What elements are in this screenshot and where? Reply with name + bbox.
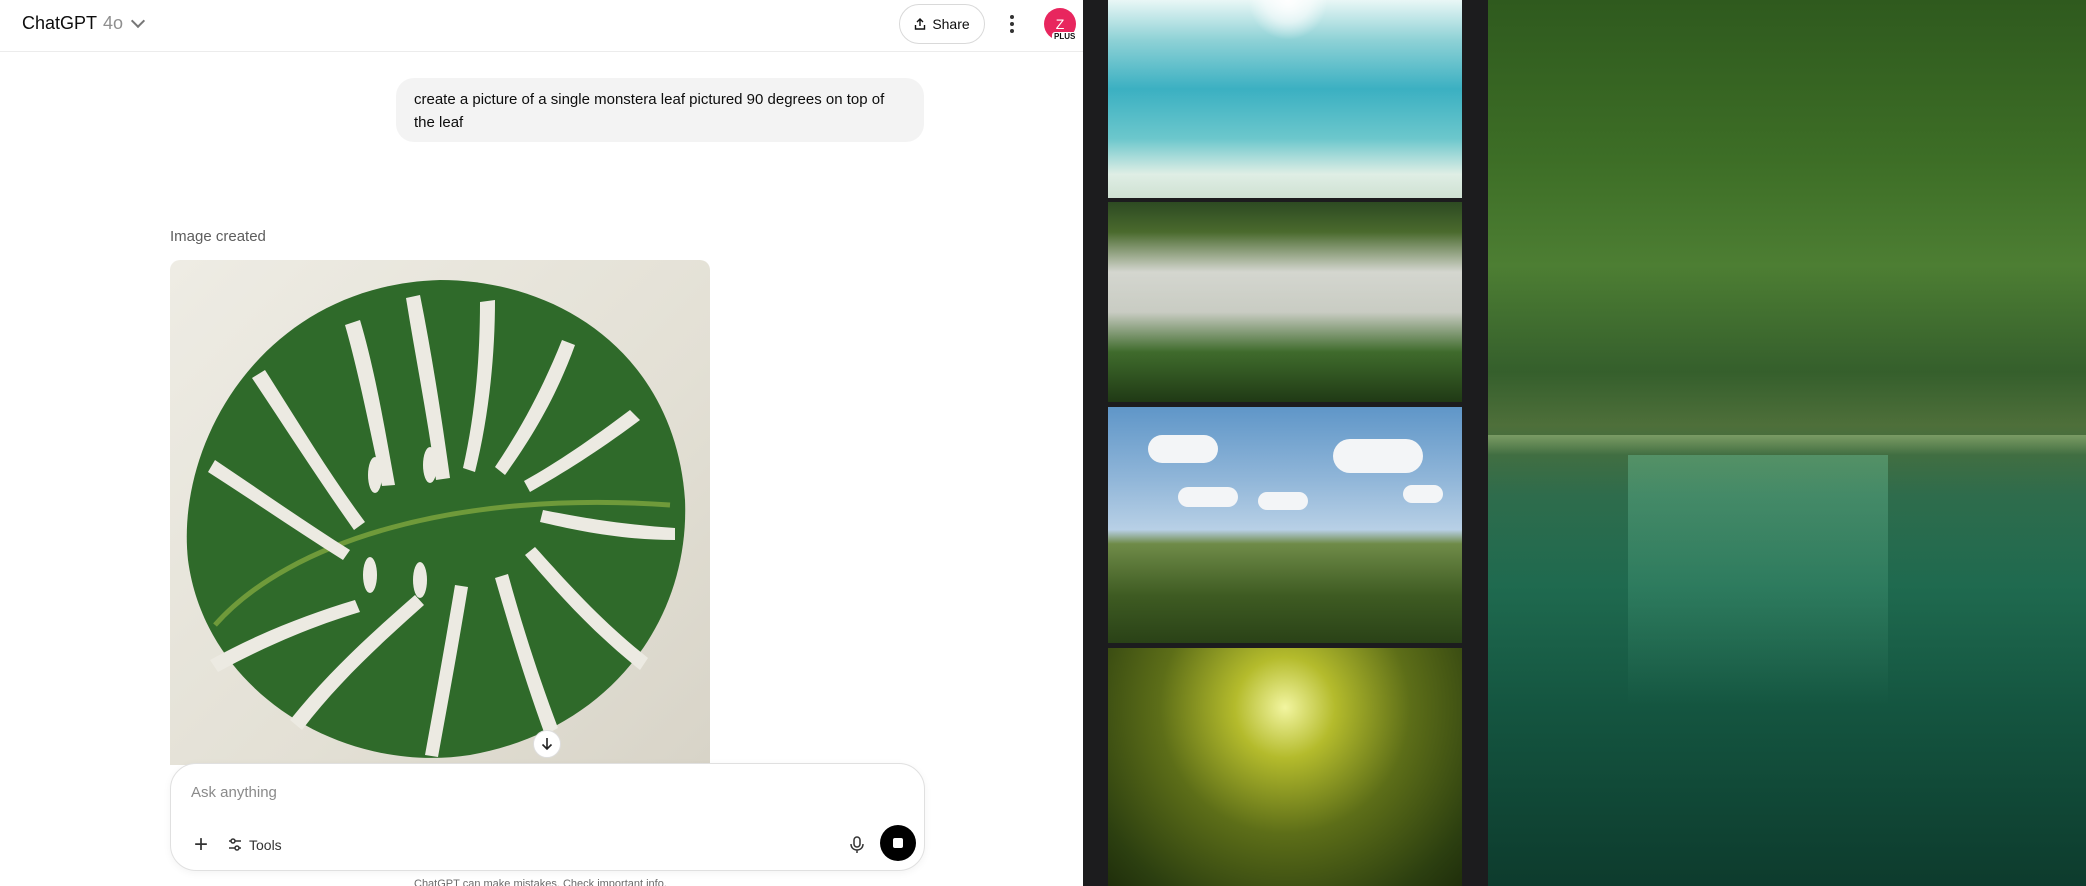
share-button[interactable]: Share — [899, 4, 985, 44]
stop-icon — [893, 838, 903, 848]
top-bar: ChatGPT 4o Share Z PLUS — [0, 0, 1083, 52]
cloud — [1333, 439, 1423, 473]
cloud — [1403, 485, 1443, 503]
disclaimer: ChatGPT can make mistakes. Check importa… — [414, 878, 667, 886]
thumbnail-forest-sky[interactable] — [1108, 407, 1462, 643]
generated-image[interactable] — [170, 260, 710, 765]
model-selector[interactable]: ChatGPT 4o — [22, 13, 146, 34]
stop-button[interactable] — [880, 825, 916, 861]
prompt-input[interactable] — [191, 778, 891, 806]
water-surface — [1488, 435, 2086, 455]
user-message: create a picture of a single monstera le… — [396, 78, 924, 142]
main-jungle-river-image[interactable] — [1488, 0, 2086, 886]
share-icon — [915, 18, 926, 30]
chevron-down-icon — [130, 13, 146, 28]
screen: ChatGPT 4o Share Z PLUS create a picture… — [0, 0, 2086, 886]
thumbnail-vines[interactable] — [1108, 648, 1462, 886]
scroll-down-button[interactable] — [533, 730, 561, 758]
thumbnail-jungle-frame[interactable] — [1108, 202, 1462, 402]
image-gallery — [1083, 0, 2086, 886]
image-status: Image created — [170, 228, 266, 245]
monstera-leaf-illustration — [186, 280, 686, 758]
cloud — [1178, 487, 1238, 507]
sliders-icon — [229, 838, 241, 851]
more-vertical-icon[interactable] — [1002, 11, 1022, 37]
share-label: Share — [932, 16, 970, 32]
microphone-icon[interactable] — [843, 831, 871, 859]
arrow-down-icon — [541, 738, 553, 751]
chat-panel: ChatGPT 4o Share Z PLUS create a picture… — [0, 0, 1083, 886]
tools-button[interactable]: Tools — [227, 831, 282, 859]
cloud — [1148, 435, 1218, 463]
plus-icon[interactable]: + — [187, 831, 215, 859]
sunlight-glow — [1248, 0, 1328, 40]
thumbnail-underwater[interactable] — [1108, 0, 1462, 198]
composer: + Tools — [170, 763, 925, 871]
tools-label: Tools — [249, 837, 282, 853]
cloud — [1258, 492, 1308, 510]
plan-badge: PLUS — [1052, 32, 1078, 41]
model-version: 4o — [103, 13, 124, 33]
model-name: ChatGPT — [22, 13, 98, 33]
light-rays — [1628, 455, 1888, 705]
